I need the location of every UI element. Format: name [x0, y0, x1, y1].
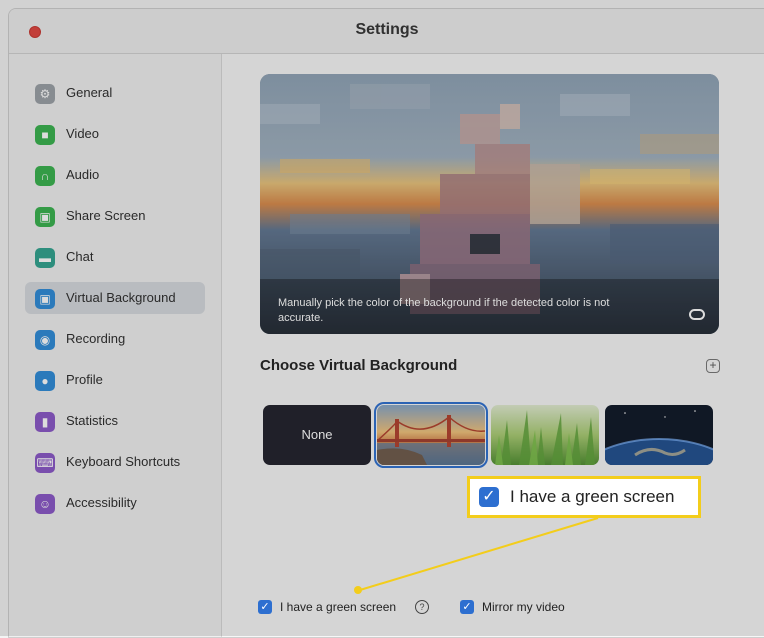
- preview-caption: Manually pick the color of the backgroun…: [278, 297, 610, 324]
- sidebar-item-statistics[interactable]: ▮ Statistics: [25, 405, 205, 437]
- window-title: Settings: [355, 21, 419, 38]
- keyboard-icon: ⌨: [35, 453, 55, 473]
- sidebar-item-keyboard-shortcuts[interactable]: ⌨ Keyboard Shortcuts: [25, 446, 205, 478]
- sidebar-item-audio[interactable]: ∩ Audio: [25, 159, 205, 191]
- gear-icon: ⚙: [35, 84, 55, 104]
- help-icon[interactable]: ?: [415, 600, 429, 614]
- video-camera-icon: ■: [35, 125, 55, 145]
- sidebar-item-video[interactable]: ■ Video: [25, 118, 205, 150]
- plus-icon[interactable]: +: [706, 359, 720, 373]
- background-option-grass[interactable]: [491, 405, 599, 465]
- sidebar-item-accessibility[interactable]: ☺ Accessibility: [25, 487, 205, 519]
- sidebar-item-label: Recording: [66, 331, 126, 346]
- background-option-earth[interactable]: [605, 405, 713, 465]
- sidebar-item-label: Chat: [66, 249, 94, 264]
- settings-window: Settings ⚙ General ■ Video ∩ Audio ▣ Sha…: [8, 8, 764, 638]
- pixelated-preview-image: [260, 74, 719, 334]
- sidebar-item-label: Video: [66, 126, 100, 141]
- sidebar-item-label: Keyboard Shortcuts: [66, 454, 181, 469]
- sidebar-item-label: General: [66, 85, 113, 100]
- accessibility-icon: ☺: [35, 494, 55, 514]
- sidebar-item-virtual-background[interactable]: ▣ Virtual Background: [25, 282, 205, 314]
- title-bar: Settings: [9, 9, 764, 54]
- chat-bubble-icon: ▬: [35, 248, 55, 268]
- golden-gate-thumbnail: [377, 405, 485, 465]
- mirror-video-option: ✓ Mirror my video: [460, 600, 600, 616]
- section-title: Choose Virtual Background: [260, 357, 458, 374]
- preview-toggle-icon[interactable]: [689, 309, 705, 320]
- sidebar-item-label: Accessibility: [66, 495, 137, 510]
- virtual-background-panel: Manually pick the color of the backgroun…: [222, 54, 764, 637]
- sidebar-item-label: Profile: [66, 372, 103, 387]
- grass-thumbnail: [491, 405, 599, 465]
- background-option-golden-gate[interactable]: [374, 402, 488, 468]
- sidebar-item-general[interactable]: ⚙ General: [25, 77, 205, 109]
- sidebar-item-label: Audio: [66, 167, 100, 182]
- green-screen-callout: ✓ I have a green screen: [467, 476, 701, 518]
- headphones-icon: ∩: [35, 166, 55, 186]
- record-icon: ◉: [35, 330, 55, 350]
- earth-thumbnail: [605, 405, 713, 465]
- settings-sidebar: ⚙ General ■ Video ∩ Audio ▣ Share Screen…: [9, 54, 222, 637]
- sidebar-item-share-screen[interactable]: ▣ Share Screen: [25, 200, 205, 232]
- mirror-video-checkbox[interactable]: ✓: [460, 600, 474, 614]
- green-screen-option: ✓ I have a green screen ?: [258, 600, 438, 616]
- sidebar-item-profile[interactable]: ● Profile: [25, 364, 205, 396]
- bar-chart-icon: ▮: [35, 412, 55, 432]
- sidebar-item-chat[interactable]: ▬ Chat: [25, 241, 205, 273]
- person-icon: ●: [35, 371, 55, 391]
- sidebar-item-label: Virtual Background: [66, 290, 176, 305]
- checkmark-icon: ✓: [479, 487, 499, 507]
- callout-label: I have a green screen: [510, 487, 675, 506]
- video-preview: Manually pick the color of the backgroun…: [260, 74, 719, 334]
- virtual-background-icon: ▣: [35, 289, 55, 309]
- green-screen-label[interactable]: I have a green screen: [280, 600, 396, 614]
- green-screen-checkbox[interactable]: ✓: [258, 600, 272, 614]
- sidebar-item-recording[interactable]: ◉ Recording: [25, 323, 205, 355]
- share-screen-icon: ▣: [35, 207, 55, 227]
- mirror-video-label[interactable]: Mirror my video: [482, 600, 565, 614]
- sidebar-item-label: Statistics: [66, 413, 119, 428]
- background-option-none[interactable]: None: [263, 405, 371, 465]
- sidebar-item-label: Share Screen: [66, 208, 146, 223]
